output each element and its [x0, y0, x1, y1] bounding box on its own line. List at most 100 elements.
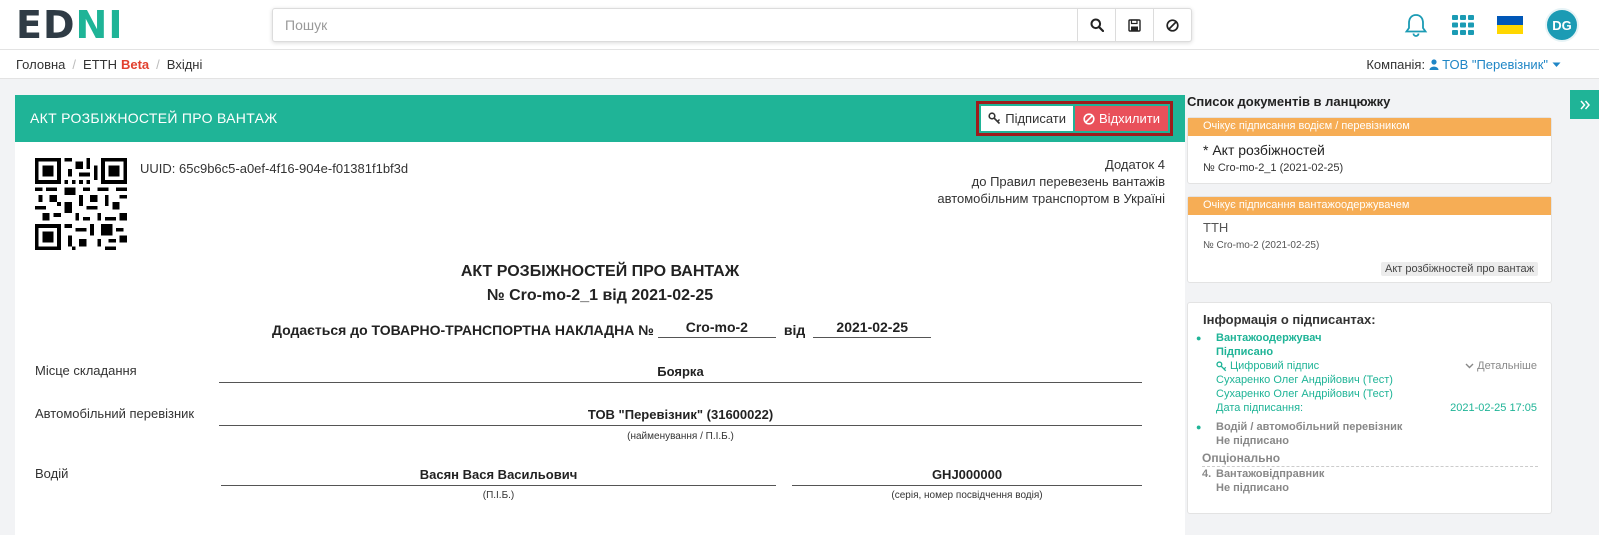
company-label: Компанія: [1366, 57, 1426, 72]
license-caption: (серія, номер посвідчення водія) [891, 490, 1043, 501]
breadcrumb-bar: Головна / ЕТТН Beta / Вхідні Компанія: ТО… [0, 50, 1599, 79]
signer-role: Вантажовідправник [1216, 468, 1325, 480]
ban-icon [1166, 18, 1179, 32]
top-header: EDNI DG [0, 0, 1599, 50]
optional-section-label: Опціонально [1202, 451, 1538, 467]
key-icon [988, 112, 1001, 125]
signer-name: Сухаренко Олег Андрійович (Тест) [1216, 388, 1393, 400]
reject-button-label: Відхилити [1099, 111, 1160, 126]
appendix-line: Додаток 4 [1105, 157, 1165, 172]
apps-button[interactable] [1451, 13, 1475, 37]
beta-badge: Beta [120, 57, 150, 72]
waybill-date: 2021-02-25 [813, 319, 932, 338]
bullet: ● [1196, 422, 1202, 432]
chevron-down-icon [1465, 363, 1474, 369]
chain-card-name: ТТН [1203, 220, 1229, 235]
search-icon [1090, 18, 1104, 32]
ban-icon [1083, 112, 1095, 125]
notifications-button[interactable] [1403, 12, 1429, 38]
place-value: Боярка [219, 364, 1142, 383]
caret-down-icon [1552, 62, 1561, 67]
sign-date-label: Дата підписання: [1216, 402, 1304, 414]
details-toggle[interactable]: Детальніше [1465, 360, 1537, 372]
signer-status: Не підписано [1216, 482, 1289, 494]
chain-title: Список документів в ланцюжку [1187, 94, 1391, 109]
license-value: GHJ000000 [792, 467, 1142, 486]
appendix-note: Додаток 4 до Правил перевезень вантажів … [937, 156, 1165, 207]
edin-logo[interactable]: ED NI [16, 3, 124, 47]
waybill-number: Cro-mo-2 [657, 319, 776, 338]
signer-status: Підписано [1216, 346, 1274, 358]
reject-button[interactable]: Відхилити [1075, 106, 1168, 131]
chain-card-ttn[interactable]: Очікує підписання вантажоодержувачем ТТН… [1187, 196, 1552, 283]
signer-role: Водій / автомобільний перевізник [1216, 421, 1403, 433]
from-label: від [783, 322, 806, 338]
panel-collapse-button[interactable] [1570, 90, 1599, 119]
company-selector: Компанія: ТОВ "Перевізник" [1366, 57, 1561, 72]
driver-caption: (П.І.Б.) [482, 490, 515, 501]
details-label: Детальніше [1477, 360, 1537, 372]
user-avatar[interactable]: DG [1545, 8, 1579, 42]
document-actions: Підписати Відхилити [976, 101, 1173, 136]
bell-icon [1404, 14, 1428, 37]
search-input[interactable] [273, 9, 1077, 41]
header-icons: DG [1381, 0, 1599, 50]
document-title: АКТ РОЗБІЖНОСТЕЙ ПРО ВАНТАЖ [460, 263, 740, 280]
breadcrumb-separator: / [72, 57, 77, 72]
digital-signature-row: Цифровий підпис [1216, 360, 1319, 372]
sign-date-value: 2021-02-25 17:05 [1450, 402, 1537, 414]
document-uuid: UUID: 65c9b6c5-a0ef-4f16-904e-f01381f1bf… [140, 161, 409, 176]
digital-signature-label: Цифровий підпис [1230, 360, 1320, 372]
chain-card-act[interactable]: Очікує підписання водієм / перевізником … [1187, 117, 1552, 184]
signer-number: 4. [1202, 468, 1212, 480]
save-search-button[interactable] [1115, 9, 1153, 41]
logo-text-right: NI [75, 3, 124, 47]
apps-grid-icon [1452, 15, 1474, 35]
document-number: № Cro-mo-2_1 від 2021-02-25 [486, 287, 714, 304]
search-button[interactable] [1077, 9, 1115, 41]
save-icon [1128, 18, 1141, 32]
chain-card-name: * Акт розбіжностей [1203, 142, 1325, 158]
chain-card-number: № Cro-mo-2 (2021-02-25) [1203, 240, 1320, 251]
driver-label: Водій [35, 466, 69, 481]
language-button[interactable] [1497, 16, 1523, 34]
company-value: ТОВ "Перевізник" [1442, 57, 1548, 72]
signers-title: Інформація о підписантах: [1203, 312, 1376, 327]
chain-card-status: Очікує підписання водієм / перевізником [1188, 118, 1551, 136]
breadcrumb-home[interactable]: Головна [16, 57, 65, 72]
logo-text-left: ED [16, 3, 76, 47]
qr-code [35, 158, 127, 250]
breadcrumb-ettn[interactable]: ЕТТН Beta [83, 57, 149, 72]
chain-card-status: Очікує підписання вантажоодержувачем [1188, 197, 1551, 215]
chain-card-number: № Cro-mo-2_1 (2021-02-25) [1203, 162, 1344, 174]
bullet: ● [1196, 333, 1202, 343]
breadcrumb-inbox: Вхідні [166, 57, 203, 72]
carrier-value: ТОВ "Перевізник" (31600022) [219, 407, 1142, 426]
user-icon [1429, 59, 1439, 70]
ukraine-flag-icon [1497, 16, 1523, 34]
appendix-line: до Правил перевезень вантажів [971, 174, 1165, 189]
breadcrumb-separator: / [156, 57, 160, 72]
signers-card: Інформація о підписантах: ● Вантажоодерж… [1187, 302, 1552, 514]
carrier-caption: (найменування / П.І.Б.) [627, 431, 734, 442]
company-dropdown[interactable]: ТОВ "Перевізник" [1429, 57, 1561, 72]
linked-doc-tag: Акт розбіжностей про вантаж [1381, 262, 1538, 276]
breadcrumb-ettn-label: ЕТТН [83, 57, 117, 72]
attached-to-label: Додається до ТОВАРНО-ТРАНСПОРТНА НАКЛАДН… [272, 322, 654, 338]
signer-role: Вантажоодержувач [1216, 332, 1322, 344]
appendix-line: автомобільним транспортом в Україні [937, 191, 1165, 206]
document-panel: АКТ РОЗБІЖНОСТЕЙ ПРО ВАНТАЖ Підписати Ві… [15, 95, 1185, 535]
search-bar [272, 8, 1192, 42]
carrier-label: Автомобільний перевізник [35, 406, 195, 421]
place-label: Місце складання [35, 363, 137, 378]
attached-to-line: Додається до ТОВАРНО-ТРАНСПОРТНА НАКЛАДН… [272, 319, 932, 338]
sign-button-label: Підписати [1005, 111, 1067, 126]
document-header-title: АКТ РОЗБІЖНОСТЕЙ ПРО ВАНТАЖ [30, 110, 278, 126]
signer-status: Не підписано [1216, 435, 1289, 447]
sign-button[interactable]: Підписати [981, 106, 1074, 131]
clear-search-button[interactable] [1153, 9, 1191, 41]
breadcrumb: Головна / ЕТТН Beta / Вхідні [16, 57, 202, 72]
driver-value: Васян Вася Васильович [221, 467, 776, 486]
key-icon [1216, 360, 1227, 371]
double-chevron-right-icon [1579, 100, 1590, 109]
